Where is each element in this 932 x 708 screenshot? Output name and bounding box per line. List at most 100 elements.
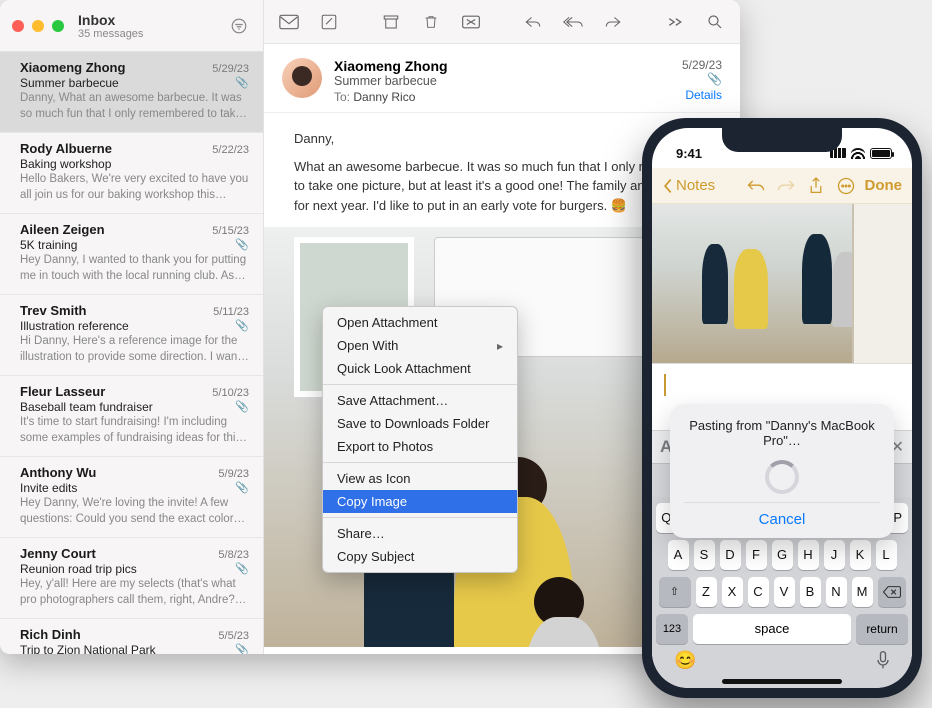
reader-toolbar [264, 0, 740, 44]
forward-icon[interactable] [602, 11, 624, 33]
menu-quick-look[interactable]: Quick Look Attachment [323, 357, 517, 380]
emoji-key[interactable]: 😊 [674, 650, 696, 671]
return-key[interactable]: return [856, 614, 908, 644]
key[interactable]: N [826, 577, 847, 607]
junk-icon[interactable] [460, 11, 482, 33]
close-window-button[interactable] [12, 20, 24, 32]
message-item[interactable]: Rody Albuerne5/22/23 Baking workshop Hel… [0, 133, 263, 214]
notes-body[interactable]: Pasting from "Danny's MacBook Pro"… Canc… [652, 204, 912, 430]
key[interactable]: G [772, 540, 793, 570]
message-item[interactable]: Jenny Court5/8/23 Reunion road trip pics… [0, 538, 263, 619]
shift-key[interactable]: ⇧ [659, 577, 691, 607]
key[interactable]: L [876, 540, 897, 570]
search-icon[interactable] [704, 11, 726, 33]
key[interactable]: F [746, 540, 767, 570]
key[interactable]: H [798, 540, 819, 570]
reader-subject: Summer barbecue [334, 74, 670, 88]
reply-all-icon[interactable] [562, 11, 584, 33]
key[interactable]: C [748, 577, 769, 607]
menu-copy-subject[interactable]: Copy Subject [323, 545, 517, 568]
key[interactable]: B [800, 577, 821, 607]
message-subject: 5K training [20, 238, 249, 252]
more-icon[interactable] [835, 175, 857, 197]
key[interactable]: Z [696, 577, 717, 607]
message-sender: Aileen Zeigen [20, 222, 105, 237]
reader-header: Xiaomeng Zhong Summer barbecue To: Danny… [264, 44, 740, 113]
message-item[interactable]: Xiaomeng Zhong 5/29/23 Summer barbecue D… [0, 52, 263, 133]
wifi-icon [851, 148, 865, 159]
compose-icon[interactable] [318, 11, 340, 33]
menu-view-as-icon[interactable]: View as Icon [323, 467, 517, 490]
message-date: 5/29/23 [212, 63, 249, 75]
status-time: 9:41 [676, 146, 702, 161]
menu-share[interactable]: Share… [323, 522, 517, 545]
zoom-window-button[interactable] [52, 20, 64, 32]
key[interactable]: M [852, 577, 873, 607]
message-subject: Baseball team fundraiser [20, 400, 249, 414]
attachment-icon: 📎 [235, 319, 249, 332]
filter-icon[interactable] [227, 14, 251, 38]
mailbox-subtitle: 35 messages [78, 28, 143, 40]
key[interactable]: A [668, 540, 689, 570]
iphone-frame: 9:41 Notes Done [642, 118, 922, 698]
message-list[interactable]: Xiaomeng Zhong 5/29/23 Summer barbecue D… [0, 52, 263, 654]
message-item[interactable]: Rich Dinh5/5/23 Trip to Zion National Pa… [0, 619, 263, 654]
reader-date: 5/29/23 [682, 58, 722, 72]
message-sender: Xiaomeng Zhong [20, 60, 125, 75]
message-subject: Illustration reference [20, 319, 249, 333]
menu-save-attachment[interactable]: Save Attachment… [323, 389, 517, 412]
redo-icon[interactable] [775, 175, 797, 197]
menu-open-with[interactable]: Open With▸ [323, 334, 517, 357]
menu-open-attachment[interactable]: Open Attachment [323, 311, 517, 334]
message-item[interactable]: Aileen Zeigen5/15/23 5K training Hey Dan… [0, 214, 263, 295]
minimize-window-button[interactable] [32, 20, 44, 32]
done-button[interactable]: Done [865, 177, 903, 194]
menu-copy-image[interactable]: Copy Image [323, 490, 517, 513]
trash-icon[interactable] [420, 11, 442, 33]
message-sender: Trev Smith [20, 303, 86, 318]
paste-dialog-message: Pasting from "Danny's MacBook Pro"… [684, 418, 880, 448]
message-subject: Invite edits [20, 481, 249, 495]
message-item[interactable]: Anthony Wu5/9/23 Invite edits Hey Danny,… [0, 457, 263, 538]
message-item[interactable]: Fleur Lasseur5/10/23 Baseball team fundr… [0, 376, 263, 457]
text-cursor [664, 374, 900, 396]
mail-sidebar: Inbox 35 messages Xiaomeng Zhong 5/29/23… [0, 0, 264, 654]
key-row-2: A S D F G H J K L [656, 540, 908, 570]
more-icon[interactable] [664, 11, 686, 33]
attachment-icon: 📎 [235, 643, 249, 654]
message-preview: Hello Bakers, We're very excited to have… [20, 172, 249, 203]
message-subject: Trip to Zion National Park [20, 643, 249, 654]
key[interactable]: D [720, 540, 741, 570]
message-sender: Jenny Court [20, 546, 96, 561]
archive-icon[interactable] [380, 11, 402, 33]
details-button[interactable]: Details [682, 88, 722, 102]
key-row-bottom: 123 space return [656, 614, 908, 644]
avatar [282, 58, 322, 98]
message-subject: Baking workshop [20, 157, 249, 171]
reply-icon[interactable] [522, 11, 544, 33]
back-button[interactable]: Notes [662, 177, 715, 194]
menu-export-photos[interactable]: Export to Photos [323, 435, 517, 458]
key[interactable]: X [722, 577, 743, 607]
window-controls[interactable] [12, 20, 64, 32]
home-indicator[interactable] [722, 679, 842, 684]
mailbox-info: Inbox 35 messages [78, 12, 143, 40]
key-row-3: ⇧ Z X C V B N M [656, 577, 908, 607]
key[interactable]: V [774, 577, 795, 607]
menu-save-downloads[interactable]: Save to Downloads Folder [323, 412, 517, 435]
key[interactable]: S [694, 540, 715, 570]
share-icon[interactable] [805, 175, 827, 197]
paste-cancel-button[interactable]: Cancel [684, 502, 880, 528]
key[interactable]: J [824, 540, 845, 570]
numbers-key[interactable]: 123 [656, 614, 688, 644]
battery-icon [870, 148, 892, 159]
mail-icon[interactable] [278, 11, 300, 33]
message-item[interactable]: Trev Smith5/11/23 Illustration reference… [0, 295, 263, 376]
delete-key[interactable] [878, 577, 906, 607]
undo-icon[interactable] [745, 175, 767, 197]
key[interactable]: K [850, 540, 871, 570]
dictate-key[interactable] [876, 650, 890, 671]
message-date: 5/22/23 [212, 144, 249, 156]
space-key[interactable]: space [693, 614, 851, 644]
message-preview: Danny, What an awesome barbecue. It was … [20, 91, 249, 122]
